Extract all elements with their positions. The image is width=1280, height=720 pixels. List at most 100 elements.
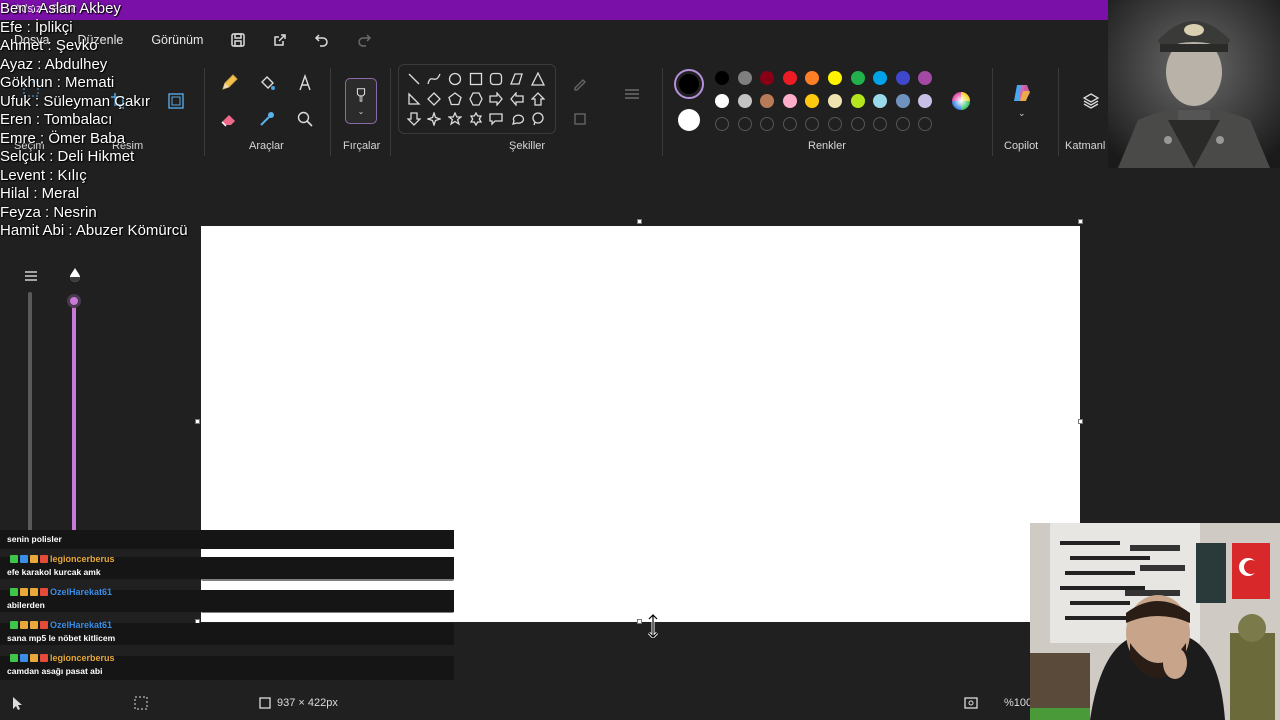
opacity-icon [64,264,86,286]
diamond-shape-icon[interactable] [427,92,441,106]
color-swatch[interactable] [828,71,842,85]
custom-color-slot[interactable] [850,117,865,131]
color-swatch[interactable] [760,71,775,85]
color-swatch[interactable] [805,71,820,85]
color-swatch[interactable] [918,71,933,85]
color-1-ring[interactable] [674,69,704,99]
overlay-name-line: Ben : Aslan Akbey [0,0,121,17]
triangle-shape-icon[interactable] [530,71,546,86]
chat-username: OzelHarekat61 [10,587,112,597]
opacity-slider-knob[interactable] [67,294,81,308]
chat-row [0,530,454,549]
undo-icon[interactable] [311,29,333,51]
color-swatch[interactable] [873,94,888,108]
group-label-brushes: Fırçalar [343,140,381,152]
color-swatch[interactable] [760,94,775,108]
layers-icon[interactable] [1080,90,1102,112]
pentagon-shape-icon[interactable] [448,92,462,106]
color-swatch[interactable] [737,94,752,108]
resize-handle-left[interactable] [195,419,200,424]
custom-color-slot[interactable] [873,117,888,131]
star-five-shape-icon[interactable] [447,111,463,126]
pencil-icon[interactable] [218,72,240,94]
overlay-name-line: Eren : Tombalacı [0,111,113,128]
custom-color-slot[interactable] [760,117,775,131]
overlay-name-line: Gökhun : Memati [0,74,115,91]
resize-handle-top-right[interactable] [1078,219,1083,224]
color-swatch[interactable] [850,71,865,85]
fill-icon[interactable] [570,108,592,130]
paint-window: Adsız - Paint Dosya Düzenle Görünüm Seçi… [0,0,1280,720]
color-swatch[interactable] [895,71,910,85]
polygon-shape-icon[interactable] [510,72,524,86]
redo-icon[interactable] [353,29,375,51]
resize-handle-right[interactable] [1078,419,1083,424]
callout-oval-shape-icon[interactable] [510,112,525,126]
star-four-shape-icon[interactable] [425,110,443,128]
hexagon-shape-icon[interactable] [469,92,483,106]
chat-message: abilerden [7,600,45,610]
brush-selector[interactable]: ⌄ [345,78,377,124]
badge-icon [30,555,38,563]
magnifier-icon[interactable] [294,108,316,130]
color-swatch[interactable] [873,71,888,85]
color-swatch[interactable] [918,94,933,108]
ribbon-separator [662,68,663,156]
color-swatch[interactable] [828,94,842,108]
custom-color-slot[interactable] [918,117,933,131]
custom-color-slot[interactable] [715,117,729,131]
rectangle-shape-icon[interactable] [469,72,483,86]
right-triangle-shape-icon[interactable] [407,92,421,106]
eraser-icon[interactable] [218,108,240,130]
arrow-down-shape-icon[interactable] [406,112,422,126]
curve-shape-icon[interactable] [427,72,441,86]
zoom-level[interactable]: %100 [1004,697,1032,709]
chat-message: camdan asağı pasat abi [7,666,103,676]
fill-bucket-icon[interactable] [256,72,278,94]
resize-handle-top[interactable] [637,219,642,224]
size-icon[interactable] [621,84,643,106]
share-icon[interactable] [269,29,291,51]
chat-username-text: legioncerberus [50,554,115,564]
color-swatch[interactable] [715,94,729,108]
custom-color-slot[interactable] [737,117,752,131]
oval-shape-icon[interactable] [448,72,462,86]
save-icon[interactable] [227,29,249,51]
custom-color-slot[interactable] [895,117,910,131]
color-swatch[interactable] [782,94,797,108]
color-swatch[interactable] [850,94,865,108]
overlay-name-line: Ufuk : Süleyman Çakır [0,92,151,110]
arrow-left-shape-icon[interactable] [510,91,524,107]
line-shape-icon[interactable] [407,72,421,86]
copilot-icon[interactable] [1011,82,1033,104]
color-swatch[interactable] [782,71,797,85]
current-color-2[interactable] [678,109,700,131]
overlay-name-line: Selçuk : Deli Hikmet [0,148,135,165]
color-picker-icon[interactable] [256,108,278,130]
brush-size-icon [20,265,42,287]
arrow-up-shape-icon[interactable] [530,92,546,106]
color-swatch[interactable] [715,71,729,85]
size-slider[interactable] [28,292,32,532]
color-swatch[interactable] [805,94,820,108]
callout-cloud-shape-icon[interactable] [531,112,545,126]
resize-handle-bottom[interactable] [637,619,642,624]
opacity-slider[interactable] [72,300,76,532]
edit-colors-icon[interactable] [950,90,972,112]
badge-icon [10,555,18,563]
badge-icon [20,654,28,662]
chat-username: legioncerberus [10,653,115,663]
arrow-right-shape-icon[interactable] [489,91,503,107]
group-label-colors: Renkler [808,140,846,152]
rounded-rectangle-shape-icon[interactable] [489,72,503,86]
color-swatch[interactable] [737,71,752,85]
color-swatch[interactable] [895,94,910,108]
custom-color-slot[interactable] [805,117,820,131]
custom-color-slot[interactable] [782,117,797,131]
outline-icon[interactable] [570,72,592,94]
star-six-shape-icon[interactable] [469,111,483,127]
callout-rect-shape-icon[interactable] [489,112,503,126]
custom-color-slot[interactable] [828,117,842,131]
fit-to-window-icon[interactable] [960,692,982,714]
text-icon[interactable] [294,72,316,94]
